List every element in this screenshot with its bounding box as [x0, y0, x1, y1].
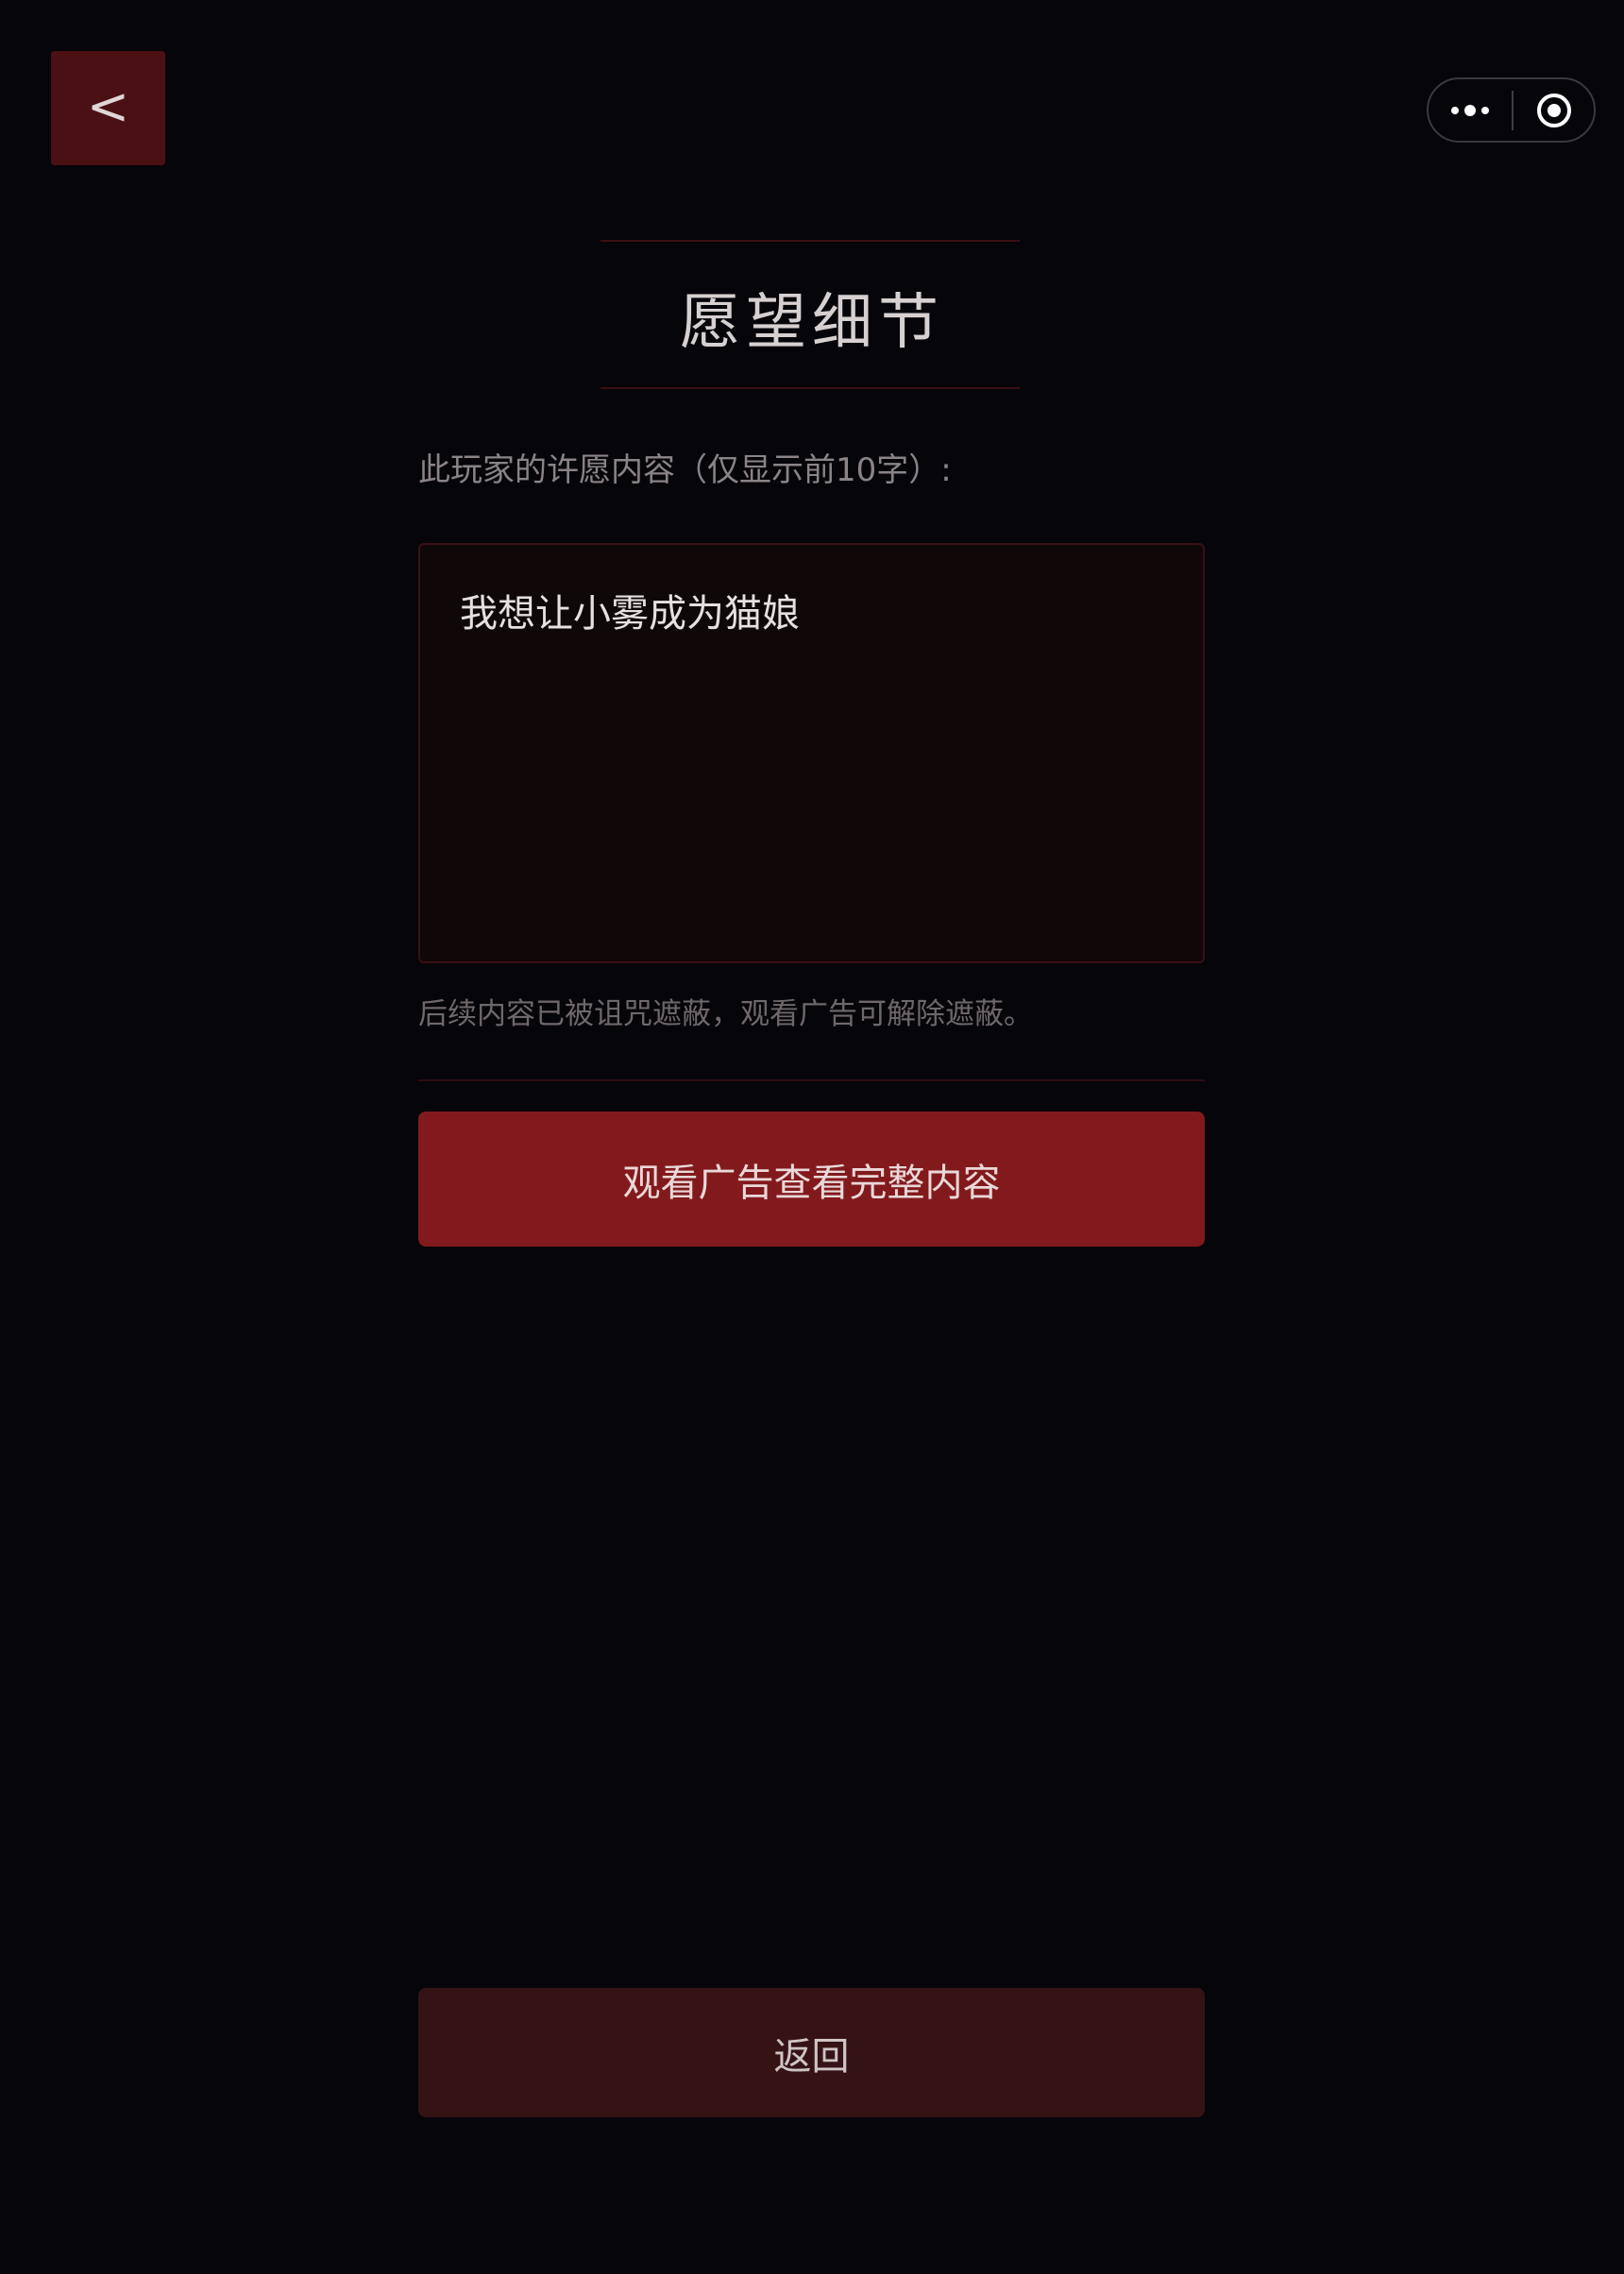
wish-content-label: 此玩家的许愿内容（仅显示前10字）: [418, 451, 952, 489]
back-button[interactable]: < [51, 51, 165, 165]
return-button[interactable]: 返回 [418, 1988, 1205, 2117]
title-top-rule [601, 240, 1020, 242]
target-circle-icon [1536, 93, 1571, 127]
curse-hint-text: 后续内容已被诅咒遮蔽，观看广告可解除遮蔽。 [418, 997, 1033, 1031]
wish-text: 我想让小雾成为猫娘 [460, 592, 800, 636]
watch-ad-button[interactable]: 观看广告查看完整内容 [418, 1112, 1205, 1247]
mini-program-capsule [1427, 77, 1596, 143]
close-button[interactable] [1514, 79, 1594, 141]
divider-line [418, 1079, 1205, 1081]
wish-content-box: 我想让小雾成为猫娘 [418, 543, 1205, 963]
more-button[interactable] [1429, 79, 1512, 141]
page-title: 愿望细节 [680, 288, 944, 358]
more-dots-icon [1451, 104, 1489, 116]
chevron-left-icon: < [86, 76, 130, 136]
title-bottom-rule [601, 387, 1020, 389]
